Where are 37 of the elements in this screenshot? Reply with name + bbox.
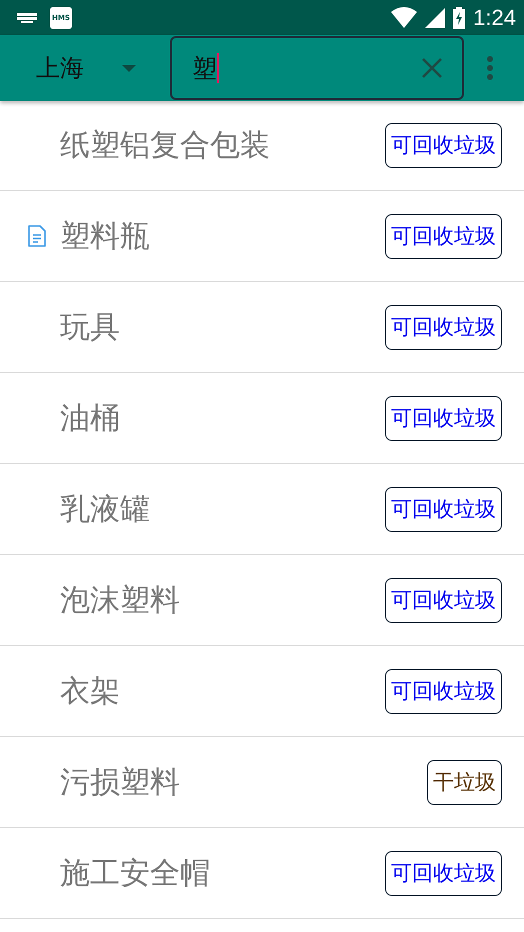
- category-tag: 可回收垃圾: [385, 123, 502, 168]
- category-tag: 可回收垃圾: [385, 214, 502, 258]
- category-tag: 可回收垃圾: [385, 668, 502, 714]
- result-row[interactable]: 纸塑铝复合包装 可回收垃圾: [0, 101, 524, 191]
- result-row[interactable]: 玩具 可回收垃圾: [0, 282, 524, 373]
- more-icon[interactable]: [486, 56, 494, 80]
- search-field[interactable]: 塑: [170, 36, 464, 100]
- signal-icon: [425, 8, 446, 28]
- item-name: 污损塑料: [60, 764, 180, 802]
- result-row[interactable]: 油桶 可回收垃圾: [0, 373, 524, 464]
- city-dropdown[interactable]: 上海: [0, 38, 170, 98]
- item-name: 塑料瓶: [60, 218, 150, 256]
- category-tag: 可回收垃圾: [385, 486, 502, 532]
- category-tag: 可回收垃圾: [385, 396, 502, 440]
- clock: 1:24: [473, 4, 516, 30]
- category-tag: 可回收垃圾: [385, 304, 502, 350]
- wifi-icon: [391, 6, 418, 28]
- item-name: 衣架: [60, 672, 120, 710]
- item-name: 玩具: [60, 308, 120, 346]
- keyboard-icon: [16, 10, 38, 24]
- category-tag: 可回收垃圾: [385, 578, 502, 622]
- result-row[interactable]: 污损塑料 干垃圾: [0, 737, 524, 828]
- result-row[interactable]: 塑料瓶 可回收垃圾: [0, 191, 524, 282]
- item-name: 泡沫塑料: [60, 582, 180, 620]
- item-name: 油桶: [60, 400, 120, 438]
- result-row[interactable]: 施工安全帽 可回收垃圾: [0, 828, 524, 919]
- clear-icon[interactable]: [422, 58, 442, 78]
- result-row[interactable]: 乳液罐 可回收垃圾: [0, 464, 524, 555]
- category-tag: 干垃圾: [427, 760, 502, 804]
- result-row[interactable]: 衣架 可回收垃圾: [0, 646, 524, 737]
- result-row[interactable]: 泡沫塑料 可回收垃圾: [0, 555, 524, 646]
- item-name: 施工安全帽: [60, 854, 210, 892]
- item-name: 纸塑铝复合包装: [60, 127, 270, 165]
- category-tag: 可回收垃圾: [385, 850, 502, 896]
- item-name: 乳液罐: [60, 490, 150, 528]
- battery-icon: [453, 6, 466, 28]
- caret-icon: [122, 64, 136, 72]
